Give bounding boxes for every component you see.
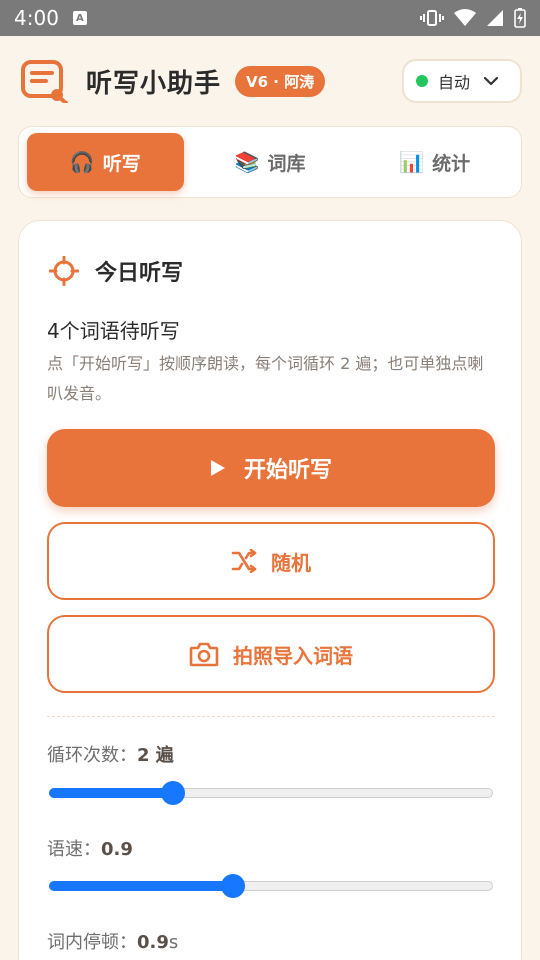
pause-value: 0.9	[137, 932, 169, 953]
app-header: 听写小助手 V6 · 阿涛 自动	[20, 58, 522, 105]
today-dictation-card: 今日听写 4个词语待听写 点「开始听写」按顺序朗读，每个词循环 2 遍；也可单独…	[18, 220, 522, 960]
speed-slider[interactable]	[47, 874, 495, 898]
mode-dropdown[interactable]: 自动	[402, 59, 522, 103]
wifi-icon	[454, 9, 476, 26]
signal-icon	[487, 10, 503, 26]
mode-status-dot	[416, 75, 428, 87]
speed-value: 0.9	[101, 839, 133, 860]
speed-label: 语速：0.9	[47, 839, 133, 860]
card-header: 今日听写	[49, 255, 183, 287]
photo-import-button[interactable]: 拍照导入词语	[47, 615, 495, 693]
chevron-down-icon	[484, 76, 499, 86]
main-tabs: 🎧 听写 📚 词库 📊 统计	[18, 126, 522, 198]
loop-count-value: 2 遍	[137, 745, 174, 766]
tab-label: 词库	[267, 152, 306, 175]
tab-statistics[interactable]: 📊 统计	[356, 133, 513, 191]
slider-fill	[49, 788, 176, 798]
tab-label: 听写	[102, 152, 141, 175]
slider-thumb[interactable]	[161, 781, 186, 805]
tab-dictation[interactable]: 🎧 听写	[27, 133, 184, 191]
battery-charging-icon	[514, 8, 526, 28]
play-icon	[210, 460, 225, 476]
start-dictation-label: 开始听写	[243, 458, 332, 483]
headphones-icon: 🎧	[69, 150, 95, 174]
target-icon	[49, 256, 79, 286]
random-label: 随机	[271, 550, 311, 575]
tab-label: 统计	[432, 152, 471, 175]
pending-words-count: 4个词语待听写	[47, 319, 180, 343]
version-badge: V6 · 阿涛	[235, 65, 326, 97]
mode-selected-value: 自动	[438, 73, 471, 92]
random-button[interactable]: 随机	[47, 522, 495, 600]
books-icon: 📚	[234, 150, 260, 174]
tab-word-bank[interactable]: 📚 词库	[192, 133, 349, 191]
vibrate-icon	[420, 10, 444, 26]
loop-count-slider[interactable]	[47, 781, 495, 805]
app-title: 听写小助手	[86, 68, 222, 99]
photo-import-label: 拍照导入词语	[233, 643, 353, 668]
start-dictation-button[interactable]: 开始听写	[47, 429, 495, 507]
status-icons	[420, 8, 526, 28]
card-title: 今日听写	[95, 261, 184, 286]
bar-chart-icon: 📊	[399, 150, 425, 174]
pause-unit: s	[168, 932, 179, 953]
status-time: 4:00	[14, 6, 59, 30]
divider	[47, 716, 495, 717]
notification-a-icon: A	[72, 11, 87, 25]
pause-label: 词内停顿：0.9s	[47, 932, 179, 953]
loop-count-label: 循环次数：2 遍	[47, 745, 174, 766]
camera-icon	[189, 642, 219, 667]
status-bar: 4:00 A	[0, 0, 540, 36]
app-logo-icon	[20, 59, 68, 105]
usage-hint: 点「开始听写」按顺序朗读，每个词循环 2 遍；也可单独点喇叭发音。	[47, 354, 484, 403]
shuffle-icon	[231, 549, 257, 573]
slider-fill	[49, 881, 235, 891]
slider-thumb[interactable]	[220, 874, 245, 898]
